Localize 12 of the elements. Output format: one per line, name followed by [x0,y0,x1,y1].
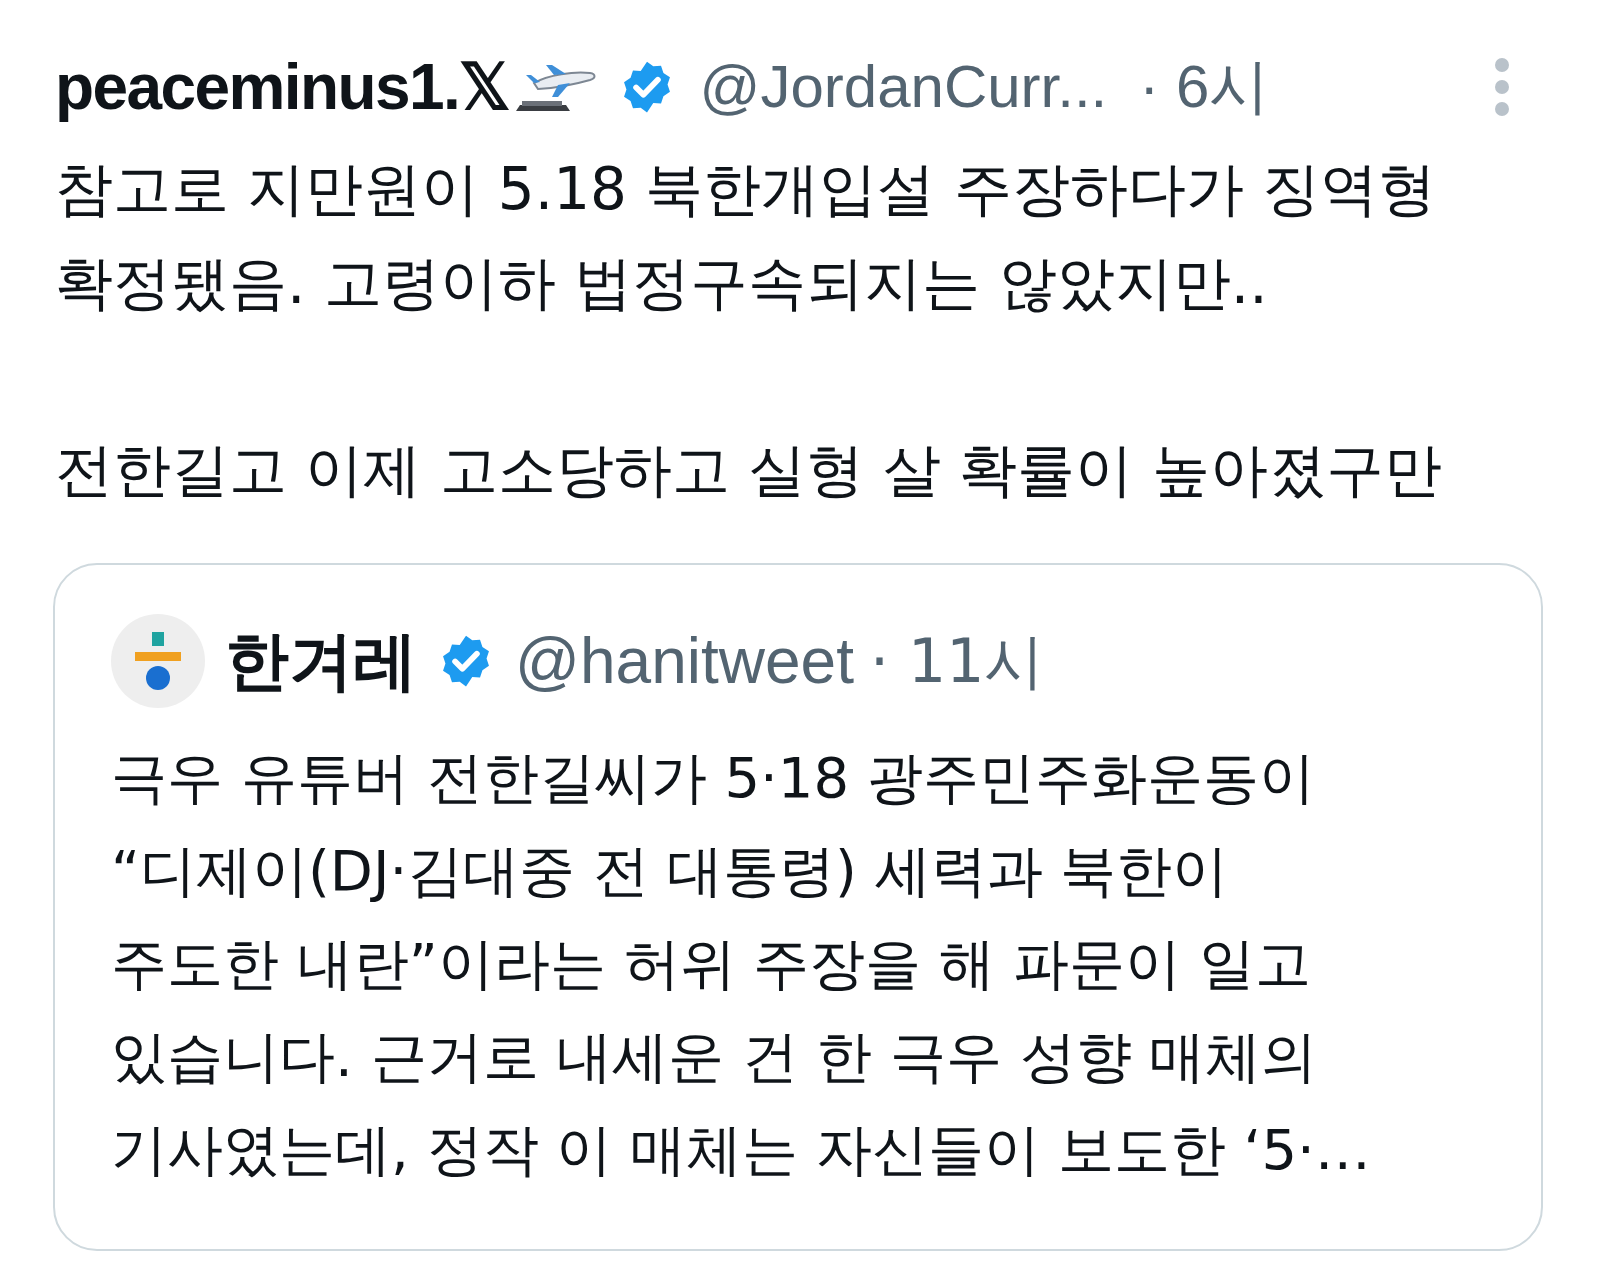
user-handle: @JordanCurr... [699,52,1108,122]
display-name: peaceminus1.𝕏 [55,50,510,125]
quoted-post-time: · 11시 [869,625,1045,698]
post-time: · 6시 [1139,52,1270,122]
quoted-post-text: 극우 유튜버 전한길씨가 5·18 광주민주화운동이 “디제이(DJ·김대중 전 대통령) 세력과 북한이 주도한 내란”이라는 허위 주장을 해 파문이 일고 있습니다. 근거로 내세운 건 한 극우 성향 매체의 기사였는데, 정작 이 매체는 자신들이 보도한 ‘5·… [111,744,1372,1184]
more-options-icon[interactable] [1494,57,1510,117]
avatar-logo-icon [111,614,205,708]
post-text: 전한길고 이제 고소당하고 실형 살 확률이 높아졌구만 [55,435,1443,506]
quoted-post-card[interactable]: 한겨레 @hanitweet · 11시 극우 유튜버 전한길씨가 5·18 광주민주화운동이 “디제이(DJ·김대중 전 대통령) 세력과 북한이 주도한 내란”이라는 허위 주장을 해 파문이 일고 있습니다. 근거로 내세운 건 한 극우 성향 매체의 기사였는데, 정작 이 매체는 자신들이 보도한 ‘5·… [53,563,1543,1251]
quoted-display-name: 한겨레 [225,623,417,700]
post-text: 참고로 지만원이 5.18 북한개입설 주장하다가 징역형 확정됐음. 고령이하 법정구속되지는 않았지만.. [55,154,1438,319]
quoted-user-handle: @hanitweet [515,624,854,699]
